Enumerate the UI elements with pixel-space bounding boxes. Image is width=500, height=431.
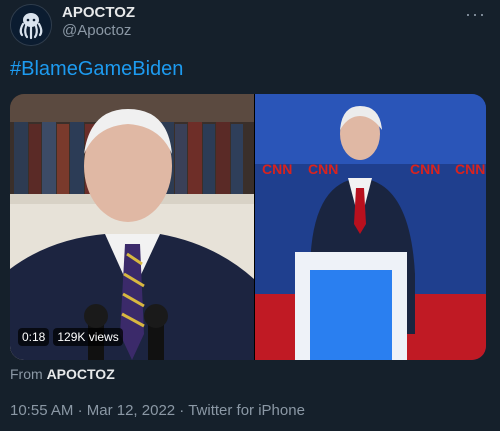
- cnn-logo: CNN: [308, 161, 338, 177]
- cnn-logo: CNN: [262, 161, 292, 177]
- tweet-metadata: 10:55 AM · Mar 12, 2022 · Twitter for iP…: [10, 402, 305, 419]
- tweet-time[interactable]: 10:55 AM: [10, 402, 73, 419]
- tweet: APOCTOZ @Apoctoz ··· #BlameGameBiden CNN…: [0, 0, 500, 431]
- video-duration: 0:18: [18, 328, 50, 346]
- author-handle[interactable]: @Apoctoz: [62, 22, 131, 39]
- more-options-button[interactable]: ···: [465, 4, 486, 25]
- meta-separator: ·: [179, 402, 185, 419]
- octopus-logo-icon: [11, 5, 51, 45]
- author-name[interactable]: APOCTOZ: [62, 4, 135, 21]
- video-thumbnail: CNN CNN CNN CNN: [10, 94, 486, 360]
- meta-separator: ·: [77, 402, 83, 419]
- hashtag-link[interactable]: #BlameGameBiden: [10, 58, 183, 81]
- cnn-logo: CNN: [455, 161, 485, 177]
- tweet-date[interactable]: Mar 12, 2022: [87, 402, 175, 419]
- source-name-link[interactable]: APOCTOZ: [47, 366, 115, 382]
- tweet-client: Twitter for iPhone: [188, 402, 305, 419]
- video-player[interactable]: CNN CNN CNN CNN 0:18 129K views: [10, 94, 486, 360]
- source-prefix: From: [10, 366, 43, 382]
- video-source: From APOCTOZ: [10, 366, 115, 382]
- cnn-logo: CNN: [410, 161, 440, 177]
- video-badges: 0:18 129K views: [18, 328, 123, 346]
- author-avatar[interactable]: [10, 4, 52, 46]
- video-view-count: 129K views: [53, 328, 123, 346]
